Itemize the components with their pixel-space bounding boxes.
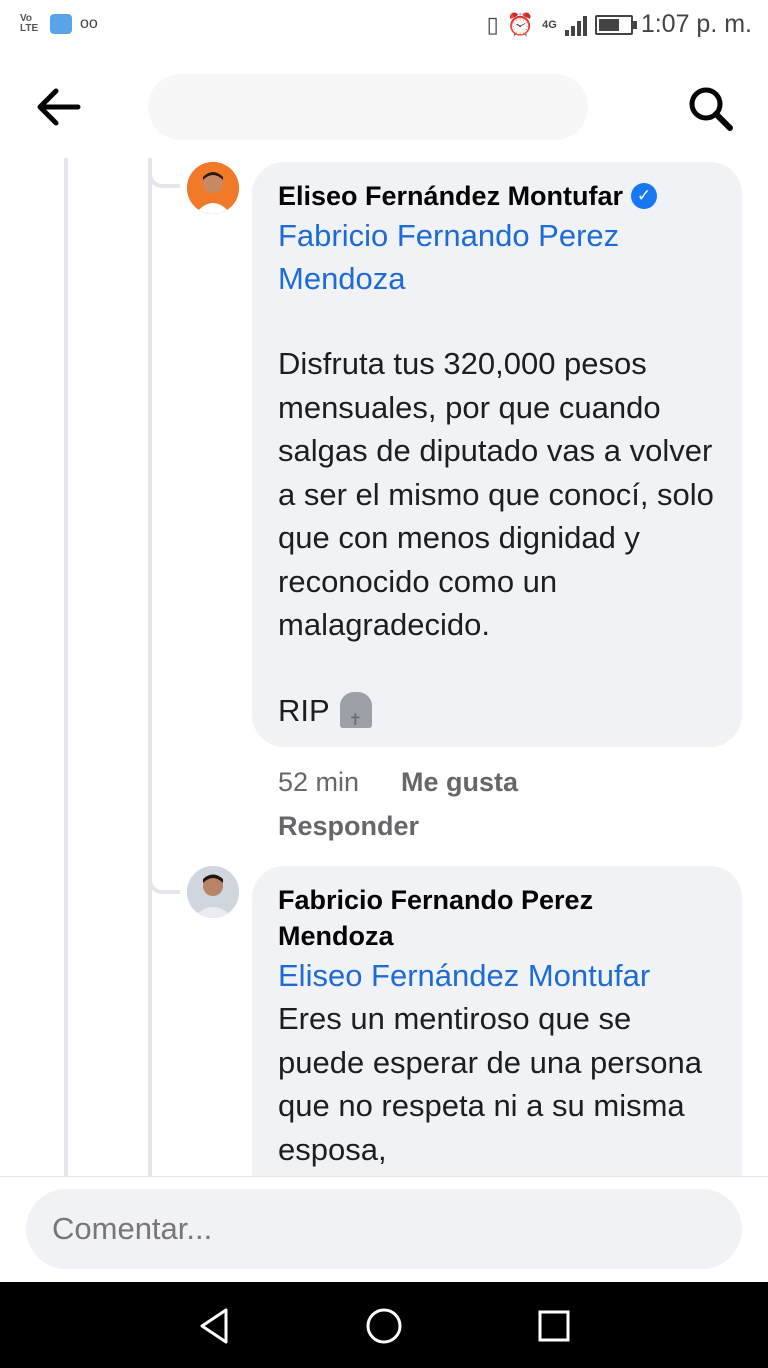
- search-icon: [689, 87, 733, 131]
- author-name[interactable]: Fabricio Fernando Perez Mendoza: [278, 882, 716, 954]
- back-button[interactable]: [30, 82, 86, 132]
- square-recents-icon: [538, 1310, 570, 1342]
- circle-home-icon: [366, 1308, 402, 1344]
- search-button[interactable]: [682, 80, 738, 136]
- status-bar: Vo LTE ᴏᴏ ▯ ⏰ 4G 1:07 p. m.: [0, 0, 768, 54]
- comment-timestamp: 52 min: [278, 767, 360, 797]
- nav-home-button[interactable]: [360, 1302, 408, 1350]
- like-button[interactable]: Me gusta: [401, 760, 518, 804]
- thread-line: [64, 158, 68, 1176]
- comment-input[interactable]: Comentar...: [26, 1189, 742, 1269]
- triangle-back-icon: [200, 1308, 228, 1344]
- title-placeholder: [148, 74, 588, 140]
- comment-thread: Eliseo Fernández Montufar ✓ Fabricio Fer…: [0, 158, 768, 1176]
- comment-author[interactable]: Eliseo Fernández Montufar ✓: [278, 178, 716, 214]
- reply-button[interactable]: Responder: [278, 804, 419, 848]
- signal-icon: [564, 14, 587, 36]
- network-type: 4G: [542, 18, 557, 31]
- alarm-icon: ⏰: [506, 11, 535, 37]
- comment-text: Disfruta tus 320,000 pesos mensuales, po…: [278, 346, 723, 642]
- comment-composer: Comentar...: [0, 1176, 768, 1283]
- comment-bubble: Fabricio Fernando Perez Mendoza Eliseo F…: [252, 866, 742, 1176]
- clock: 1:07 p. m.: [640, 10, 752, 38]
- mention-link[interactable]: Fabricio Fernando Perez Mendoza: [278, 214, 716, 300]
- avatar[interactable]: [187, 162, 239, 214]
- top-bar: [0, 54, 768, 158]
- author-name[interactable]: Eliseo Fernández Montufar: [278, 178, 623, 214]
- system-nav-bar: [0, 1282, 768, 1368]
- comment-actions: 52 min Me gusta Responder: [278, 760, 748, 848]
- volte-indicator: Vo LTE: [20, 13, 39, 34]
- avatar[interactable]: [187, 866, 239, 918]
- battery-icon: [594, 14, 637, 35]
- comment-bubble: Eliseo Fernández Montufar ✓ Fabricio Fer…: [252, 162, 742, 747]
- comment-footer-text: RIP: [278, 692, 330, 728]
- headstone-icon: [339, 692, 372, 742]
- thread-line: [148, 158, 152, 1176]
- profile-photo: [187, 162, 239, 214]
- app-notification-icon: [50, 14, 72, 34]
- mention-link[interactable]: Eliseo Fernández Montufar: [278, 954, 716, 997]
- nav-recents-button[interactable]: [530, 1302, 578, 1350]
- reply-connector: [148, 158, 180, 188]
- verified-badge-icon: ✓: [631, 183, 658, 209]
- profile-photo: [187, 866, 239, 918]
- nav-back-button[interactable]: [190, 1302, 238, 1350]
- comment-text: Eres un mentiroso que se puede esperar d…: [278, 1001, 711, 1167]
- voicemail-icon: ᴏᴏ: [80, 15, 98, 32]
- reply-connector: [148, 864, 180, 894]
- vibrate-icon: ▯: [486, 11, 499, 37]
- arrow-left-icon: [37, 88, 81, 126]
